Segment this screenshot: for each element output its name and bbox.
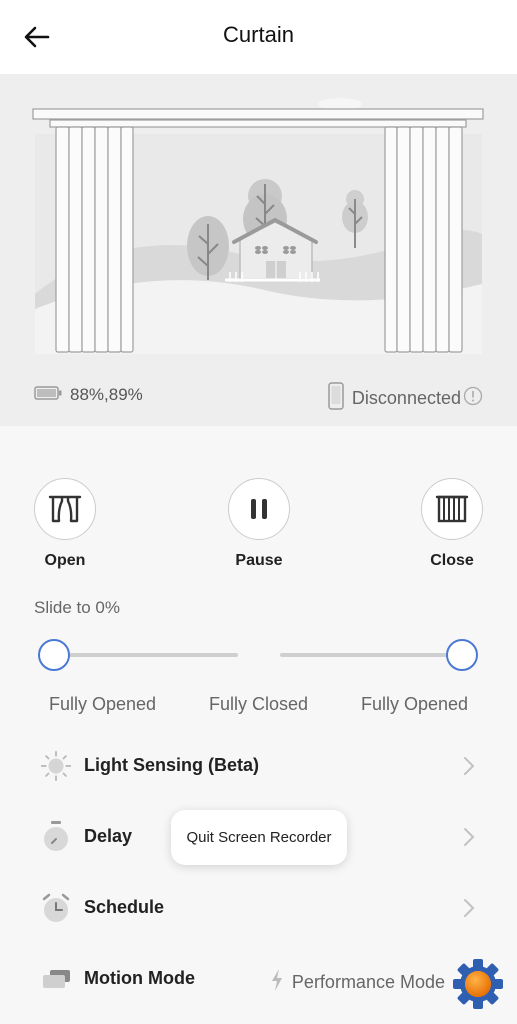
motion-mode-label: Motion Mode (84, 968, 195, 988)
lightning-icon (270, 968, 284, 997)
phone-icon (328, 382, 344, 415)
quit-screen-recorder-toast[interactable]: Quit Screen Recorder (171, 810, 347, 865)
sun-icon (40, 750, 72, 782)
open-label: Open (44, 552, 86, 569)
left-slider-handle[interactable] (38, 639, 70, 671)
open-curtain-icon[interactable] (34, 478, 96, 540)
pause-control[interactable]: Pause (209, 478, 309, 570)
page-title: Curtain (223, 22, 294, 47)
chevron-right-icon (463, 756, 475, 781)
chevron-right-icon (463, 827, 475, 852)
open-control[interactable]: Open (15, 478, 115, 570)
battery-icon (34, 385, 62, 405)
fully-opened-right-label: Fully Opened (361, 694, 469, 714)
performance-mode-label: Performance Mode (291, 972, 445, 992)
motion-mode-icon (40, 963, 72, 995)
battery-status: 88%,89% (34, 385, 143, 405)
right-slider-handle[interactable] (446, 639, 478, 671)
gear-icon[interactable] (452, 958, 504, 1010)
info-icon[interactable] (463, 386, 483, 411)
schedule-label: Schedule (84, 897, 165, 917)
device-status-row: 88%,89% Disconnected (0, 382, 517, 410)
slide-position-label: Slide to 0% (34, 598, 120, 617)
stopwatch-icon (40, 821, 72, 853)
right-slider-track[interactable] (280, 653, 462, 657)
light-sensing-label: Light Sensing (Beta) (84, 755, 259, 775)
curtain-illustration: 88%,89% Disconnected (0, 74, 517, 426)
header-bar: Curtain (0, 0, 517, 74)
connection-label: Disconnected (351, 388, 461, 408)
fully-closed-label: Fully Closed (209, 694, 309, 714)
delay-label: Delay (84, 826, 133, 846)
motion-mode-value[interactable]: Performance Mode (270, 968, 445, 997)
close-label: Close (430, 552, 474, 569)
left-slider-track[interactable] (54, 653, 238, 657)
fully-opened-left-label: Fully Opened (49, 694, 157, 714)
light-sensing-row[interactable]: Light Sensing (Beta) (0, 736, 517, 796)
chevron-right-icon (463, 898, 475, 923)
pause-icon[interactable] (228, 478, 290, 540)
close-control[interactable]: Close (402, 478, 502, 570)
connection-status: Disconnected (328, 382, 483, 415)
schedule-row[interactable]: Schedule (0, 878, 517, 938)
alarm-clock-icon (40, 892, 72, 924)
pause-label: Pause (235, 552, 283, 569)
battery-level: 88%,89% (70, 385, 143, 404)
close-curtain-icon[interactable] (421, 478, 483, 540)
